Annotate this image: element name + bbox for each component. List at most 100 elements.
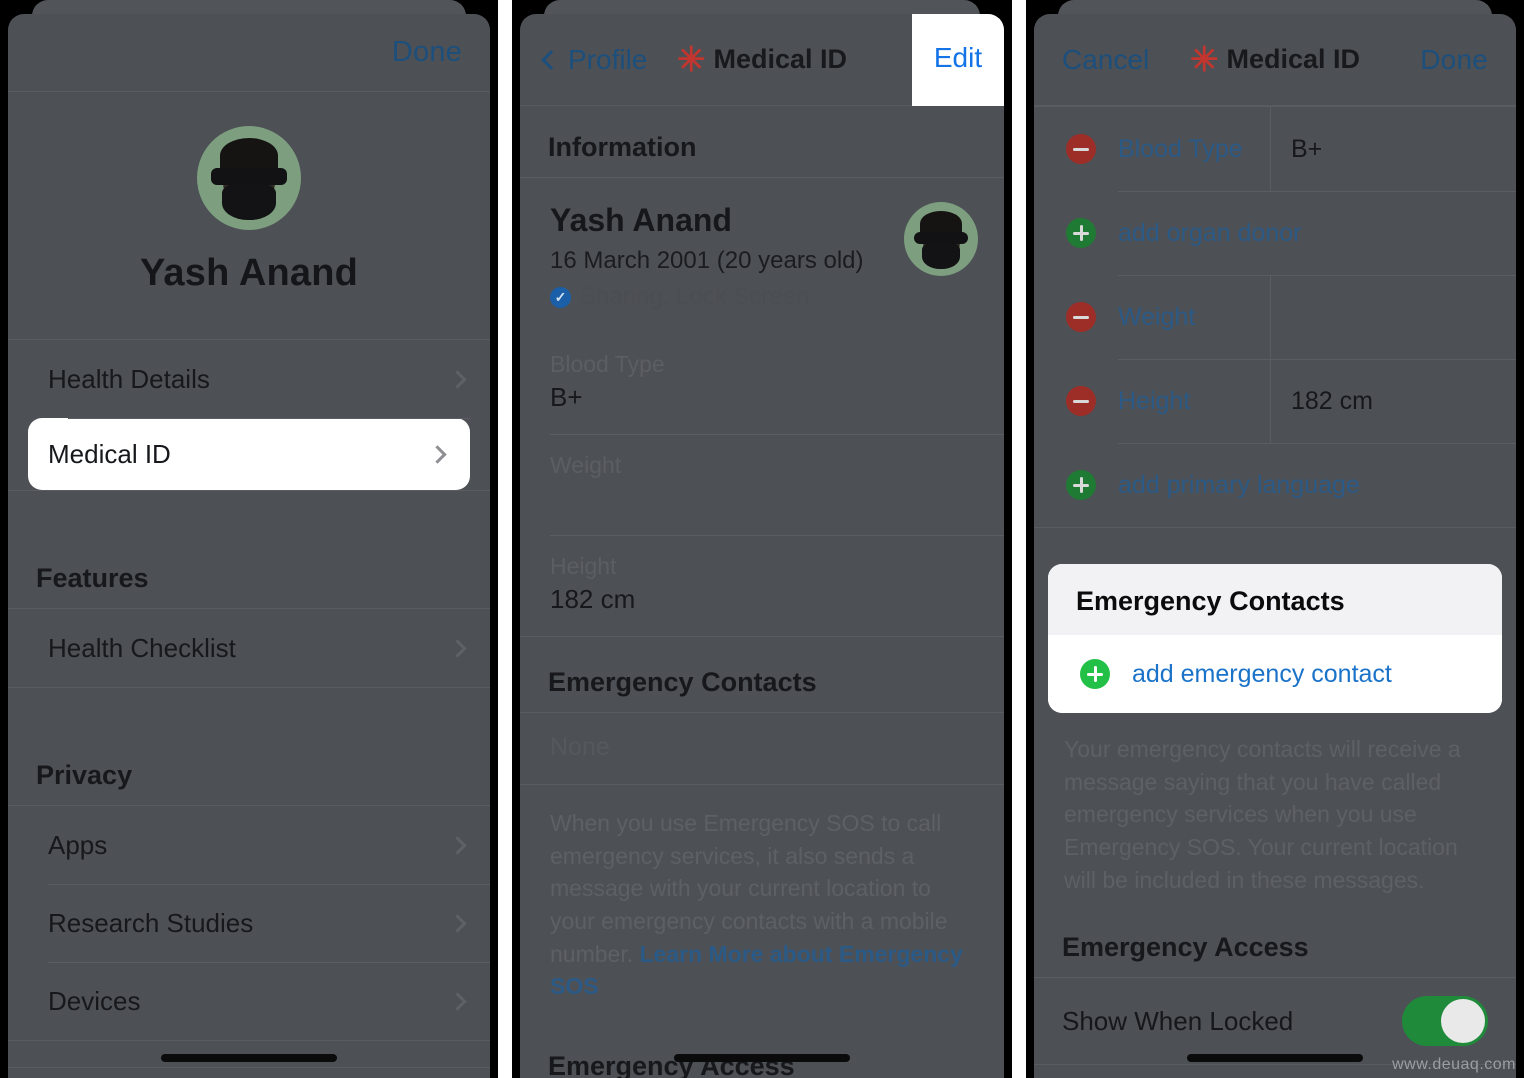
back-button-profile[interactable]: Profile: [541, 43, 648, 76]
edit-row-value[interactable]: 182 cm: [1270, 359, 1516, 443]
summary-text: Yash Anand 16 March 2001 (20 years old) …: [550, 202, 864, 311]
cancel-button[interactable]: Cancel: [1062, 44, 1149, 76]
edit-row-weight[interactable]: Weight: [1034, 275, 1516, 359]
features-heading: Features: [36, 563, 149, 593]
edit-row-label: Height: [1118, 386, 1191, 415]
sharing-label: Sharing: Lock Screen: [580, 283, 810, 310]
field-weight: Weight: [520, 434, 1004, 535]
edit-row-value[interactable]: B+: [1270, 107, 1516, 191]
chevron-right-icon: [448, 991, 467, 1011]
screenshot-stage: 16:48 Done: [0, 0, 1524, 1078]
phone-panel-3: 16:53 Cancel ✳ Medical ID: [1026, 0, 1524, 1078]
sidebar-item-health-details[interactable]: Health Details: [8, 340, 490, 418]
medical-id-summary: Yash Anand 16 March 2001 (20 years old) …: [520, 178, 1004, 333]
privacy-group: Apps Research Studies Devices: [8, 805, 490, 1041]
field-value: 182 cm: [550, 584, 636, 614]
phone-panel-1: 16:48 Done: [0, 0, 498, 1078]
site-watermark: www.deuaq.com: [1392, 1056, 1516, 1073]
sheet-3: Cancel ✳ Medical ID Done Blood Type B+ a…: [1034, 14, 1516, 1078]
privacy-heading: Privacy: [36, 760, 133, 790]
nav-title-label: Medical ID: [713, 44, 848, 74]
edit-row-label: add organ donor: [1118, 218, 1302, 247]
export-all-health-data-button[interactable]: Export All Health Data: [8, 1068, 490, 1078]
edit-row-label: add primary language: [1118, 470, 1360, 499]
emergency-access-group-3: Show When Locked: [1034, 977, 1516, 1066]
nav-bar-1: Done: [8, 14, 490, 92]
edit-row-label: Weight: [1118, 302, 1196, 331]
chevron-right-icon: [448, 913, 467, 933]
chevron-right-icon: [448, 369, 467, 389]
field-value: B+: [550, 382, 583, 412]
list-item-label: Apps: [48, 829, 108, 860]
phone-panel-2: 16:49 Profile ✳: [512, 0, 1012, 1078]
emergency-contacts-note: Your emergency contacts will receive a m…: [1064, 736, 1461, 893]
home-indicator-1: [0, 1054, 498, 1062]
edit-row-value[interactable]: [1270, 275, 1516, 359]
done-button[interactable]: Done: [1420, 44, 1516, 76]
show-when-locked-toggle[interactable]: [1402, 996, 1488, 1047]
sharing-status: ✓ Sharing: Lock Screen: [550, 283, 864, 311]
minus-circle-icon[interactable]: [1066, 302, 1096, 332]
emergency-contacts-heading: Emergency Contacts: [548, 667, 817, 697]
edit-rows-group: Blood Type B+ add organ donor Weight Hei…: [1034, 107, 1516, 527]
field-height: Height 182 cm: [520, 535, 1004, 636]
export-group: Export All Health Data: [8, 1067, 490, 1078]
nav-bar-2: Profile ✳ Medical ID Edit: [520, 14, 1004, 106]
profile-header: Yash Anand: [8, 92, 490, 339]
done-button[interactable]: Done: [392, 36, 462, 69]
sheet-1: Done Yash Anand Health Details Medical I…: [8, 14, 490, 1078]
field-blood-type: Blood Type B+: [520, 333, 1004, 434]
panel-gap-2: [1012, 0, 1026, 1078]
information-group: Yash Anand 16 March 2001 (20 years old) …: [520, 177, 1004, 637]
edit-row-add-primary-language[interactable]: add primary language: [1034, 443, 1516, 527]
chevron-left-icon: [541, 49, 561, 70]
field-label: Height: [550, 553, 617, 579]
list-item-label: Devices: [48, 985, 141, 1016]
panel-gap-1: [498, 0, 512, 1078]
show-when-locked-row[interactable]: Show When Locked: [1034, 978, 1516, 1064]
field-value: [550, 483, 974, 515]
plus-circle-icon[interactable]: [1066, 218, 1096, 248]
field-label: Blood Type: [550, 351, 665, 377]
emergency-contacts-card-highlight: Emergency Contacts add emergency contact: [1048, 564, 1502, 713]
sidebar-item-devices[interactable]: Devices: [8, 962, 490, 1040]
emergency-contacts-heading: Emergency Contacts: [1048, 564, 1502, 635]
edit-row-height[interactable]: Height 182 cm: [1034, 359, 1516, 443]
list-item-label: Health Checklist: [48, 632, 236, 663]
plus-circle-icon[interactable]: [1080, 659, 1110, 689]
features-group: Health Checklist: [8, 608, 490, 688]
sidebar-item-medical-id[interactable]: Medical ID: [28, 418, 470, 490]
nav-title-label: Medical ID: [1226, 44, 1361, 74]
main-list-group: Health Details Medical ID: [8, 339, 490, 491]
medical-asterisk-icon: ✳: [676, 40, 706, 79]
sidebar-item-research-studies[interactable]: Research Studies: [8, 884, 490, 962]
list-item-label: Research Studies: [48, 907, 254, 938]
edit-row-add-organ-donor[interactable]: add organ donor: [1034, 191, 1516, 275]
sidebar-item-apps[interactable]: Apps: [8, 806, 490, 884]
field-label: Weight: [550, 452, 622, 478]
toggle-label: Show When Locked: [1062, 1005, 1294, 1036]
plus-circle-icon[interactable]: [1066, 470, 1096, 500]
minus-circle-icon[interactable]: [1066, 386, 1096, 416]
nav-bar-3: Cancel ✳ Medical ID Done: [1034, 14, 1516, 106]
add-emergency-contact-label: add emergency contact: [1132, 659, 1392, 688]
memoji-avatar: [904, 202, 978, 276]
chevron-right-icon: [448, 835, 467, 855]
sheet-2: Profile ✳ Medical ID Edit Information Ya…: [520, 14, 1004, 1078]
home-indicator-2: [512, 1054, 1012, 1062]
list-item-label: Medical ID: [48, 438, 171, 469]
person-name: Yash Anand: [550, 202, 732, 238]
emergency-sos-note: When you use Emergency SOS to call emerg…: [520, 785, 1004, 1029]
edit-button[interactable]: Edit: [912, 14, 1004, 106]
back-label: Profile: [568, 43, 648, 75]
sidebar-item-health-checklist[interactable]: Health Checklist: [8, 609, 490, 687]
chevron-right-icon: [448, 638, 467, 658]
add-emergency-contact-button[interactable]: add emergency contact: [1048, 635, 1502, 713]
page-title: Yash Anand: [139, 252, 359, 294]
edit-row-blood-type[interactable]: Blood Type B+: [1034, 107, 1516, 191]
memoji-avatar[interactable]: [197, 126, 301, 230]
emergency-access-heading: Emergency Access: [1062, 932, 1309, 963]
check-circle-icon: ✓: [550, 286, 571, 308]
minus-circle-icon[interactable]: [1066, 134, 1096, 164]
edit-row-label: Blood Type: [1118, 134, 1243, 163]
